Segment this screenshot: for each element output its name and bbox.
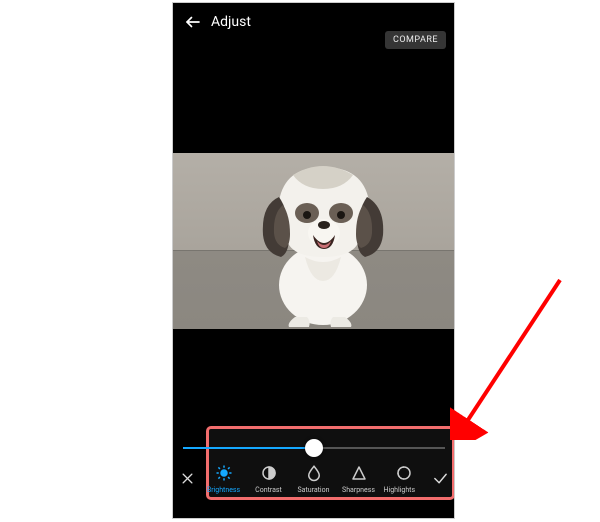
tool-brightness[interactable]: Brightness	[201, 463, 246, 494]
tool-label: Brightness	[207, 486, 240, 494]
tool-label: Sharpness	[342, 486, 375, 494]
tool-sharpness[interactable]: Sharpness	[336, 463, 381, 494]
slider-thumb[interactable]	[305, 439, 323, 457]
tool-highlights[interactable]: Highlights	[381, 463, 426, 494]
tool-bar: Brightness Contrast Saturation	[173, 456, 454, 500]
confirm-button[interactable]	[426, 456, 454, 500]
cancel-button[interactable]	[173, 456, 201, 500]
image-preview[interactable]	[173, 153, 455, 329]
phone-frame: Adjust COMPARE	[172, 2, 455, 519]
tool-row: Brightness Contrast Saturation	[201, 463, 426, 494]
contrast-icon	[259, 463, 279, 483]
slider-track-inactive	[314, 447, 445, 449]
page-title: Adjust	[211, 14, 251, 30]
arrow-left-icon	[184, 13, 202, 31]
check-icon	[432, 470, 449, 487]
close-icon	[180, 471, 195, 486]
back-button[interactable]	[183, 12, 203, 32]
highlights-icon	[394, 463, 414, 483]
tool-contrast[interactable]: Contrast	[246, 463, 291, 494]
sharpness-icon	[349, 463, 369, 483]
tool-label: Highlights	[384, 486, 424, 494]
tool-label: Saturation	[297, 486, 329, 494]
slider-track-active	[183, 447, 314, 449]
saturation-icon	[304, 463, 324, 483]
annotation-arrow	[450, 270, 570, 440]
tool-label: Contrast	[255, 486, 282, 494]
tool-saturation[interactable]: Saturation	[291, 463, 336, 494]
compare-button[interactable]: COMPARE	[385, 31, 446, 49]
brightness-icon	[214, 463, 234, 483]
dog-subject	[249, 157, 399, 327]
